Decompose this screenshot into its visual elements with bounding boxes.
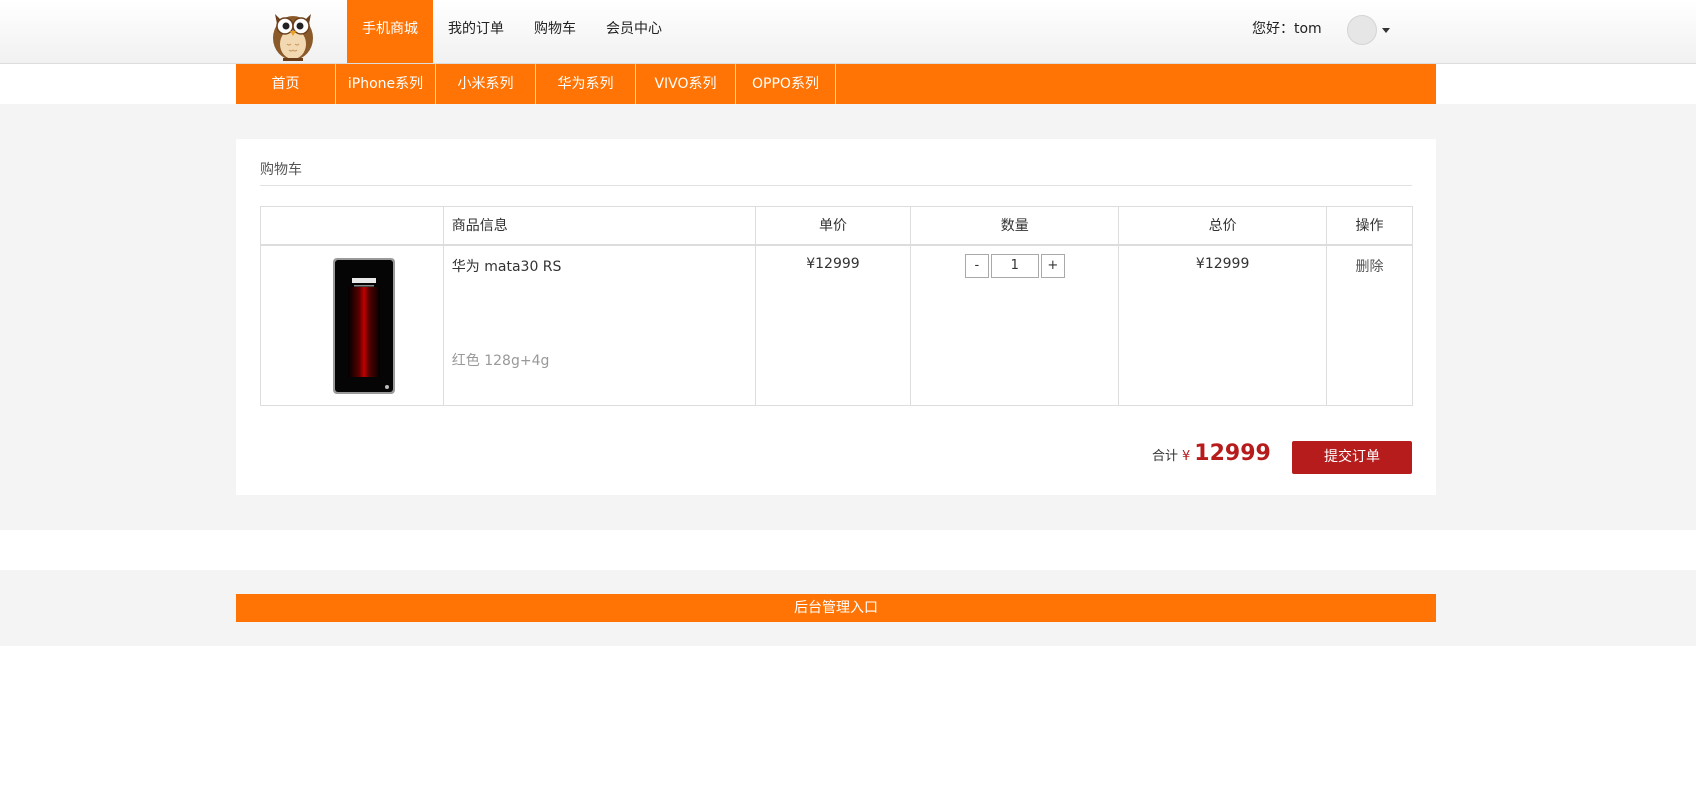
nav-my-orders[interactable]: 我的订单 — [441, 0, 511, 63]
column-header-action: 操作 — [1326, 206, 1413, 246]
product-info-cell: 华为 mata30 RS 红色 128g+4g — [442, 244, 756, 406]
nav-member-center[interactable]: 会员中心 — [599, 0, 669, 63]
category-huawei[interactable]: 华为系列 — [536, 64, 636, 104]
total-currency: ¥ — [1182, 449, 1191, 464]
product-spec: 红色 128g+4g — [451, 352, 550, 369]
divider — [260, 185, 1412, 186]
total-amount: 12999 — [1194, 441, 1271, 466]
increase-quantity-button[interactable]: + — [1040, 253, 1065, 278]
category-home[interactable]: 首页 — [236, 64, 336, 104]
category-vivo[interactable]: VIVO系列 — [636, 64, 736, 104]
category-nav: 首页 iPhone系列 小米系列 华为系列 VIVO系列 OPPO系列 — [236, 64, 1436, 104]
category-oppo[interactable]: OPPO系列 — [736, 64, 836, 104]
column-header-image — [260, 206, 444, 246]
unit-price: ¥12999 — [806, 255, 860, 272]
cart-panel: 购物车 商品信息 单价 数量 总价 操作 华为 mata30 RS 红色 128… — [236, 139, 1436, 495]
category-iphone[interactable]: iPhone系列 — [336, 64, 436, 104]
product-image-cell — [260, 244, 444, 406]
total-price-cell: ¥12999 — [1118, 244, 1328, 406]
category-xiaomi[interactable]: 小米系列 — [436, 64, 536, 104]
product-image[interactable] — [332, 257, 396, 395]
quantity-stepper: -+ — [911, 246, 1118, 278]
owl-logo[interactable] — [263, 0, 323, 63]
top-header: 手机商城 我的订单 购物车 会员中心 您好：tom — [0, 0, 1696, 64]
submit-order-button[interactable]: 提交订单 — [1292, 441, 1412, 474]
table-row: 华为 mata30 RS 红色 128g+4g ¥12999 -+ ¥12999… — [260, 244, 1413, 406]
order-summary: 合计 ¥12999 — [1152, 441, 1271, 466]
line-total-price: ¥12999 — [1195, 255, 1250, 272]
nav-mall[interactable]: 手机商城 — [347, 0, 433, 63]
user-greeting: 您好：tom — [1252, 21, 1322, 37]
column-header-total-price: 总价 — [1118, 206, 1328, 246]
column-header-unit-price: 单价 — [754, 206, 912, 246]
cart-table: 商品信息 单价 数量 总价 操作 华为 mata30 RS 红色 128g+4g… — [260, 206, 1413, 406]
action-cell: 删除 — [1326, 244, 1413, 406]
quantity-cell: -+ — [910, 244, 1120, 406]
total-label: 合计 — [1152, 449, 1179, 464]
admin-entry-link[interactable]: 后台管理入口 — [236, 594, 1436, 622]
chevron-down-icon[interactable] — [1382, 28, 1390, 33]
column-header-product-info: 商品信息 — [442, 206, 756, 246]
product-name[interactable]: 华为 mata30 RS — [452, 256, 747, 276]
delete-button[interactable]: 删除 — [1327, 246, 1412, 276]
table-header-row: 商品信息 单价 数量 总价 操作 — [260, 206, 1413, 246]
decrease-quantity-button[interactable]: - — [964, 253, 989, 278]
column-header-quantity: 数量 — [910, 206, 1120, 246]
unit-price-cell: ¥12999 — [754, 244, 912, 406]
quantity-input[interactable] — [990, 253, 1039, 278]
page-title: 购物车 — [260, 162, 302, 178]
user-avatar-icon[interactable] — [1347, 15, 1377, 45]
nav-cart[interactable]: 购物车 — [527, 0, 583, 63]
